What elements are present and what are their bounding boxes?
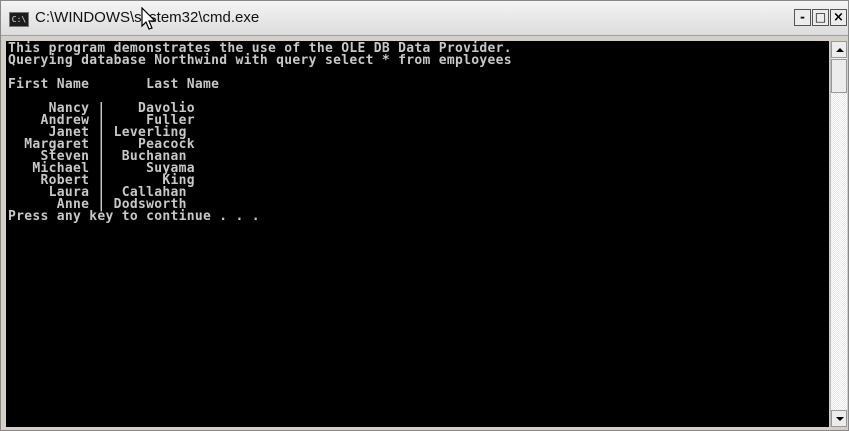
maximize-button[interactable]: □ <box>812 9 829 26</box>
scroll-down-arrow-icon <box>836 417 844 421</box>
scroll-up-button[interactable] <box>831 41 847 58</box>
console-icon[interactable]: C:\ <box>9 12 29 27</box>
column-header: First Name Last Name <box>8 77 220 92</box>
vertical-scrollbar[interactable] <box>830 41 847 427</box>
scrollbar-thumb[interactable] <box>831 59 847 93</box>
console-prompt: Press any key to continue . . . <box>8 209 260 224</box>
console-output[interactable]: This program demonstrates the use of the… <box>6 41 829 427</box>
console-line: Querying database Northwind with query s… <box>8 53 512 68</box>
close-button[interactable]: × <box>830 9 847 26</box>
cmd-window: C:\ C:\WINDOWS\system32\cmd.exe - □ × Th… <box>0 0 849 431</box>
scroll-up-arrow-icon <box>836 48 844 52</box>
title-bar[interactable]: C:\ C:\WINDOWS\system32\cmd.exe - □ × <box>1 1 848 36</box>
scroll-down-button[interactable] <box>831 410 847 427</box>
minimize-button[interactable]: - <box>794 9 811 26</box>
mouse-pointer-icon <box>141 7 157 30</box>
